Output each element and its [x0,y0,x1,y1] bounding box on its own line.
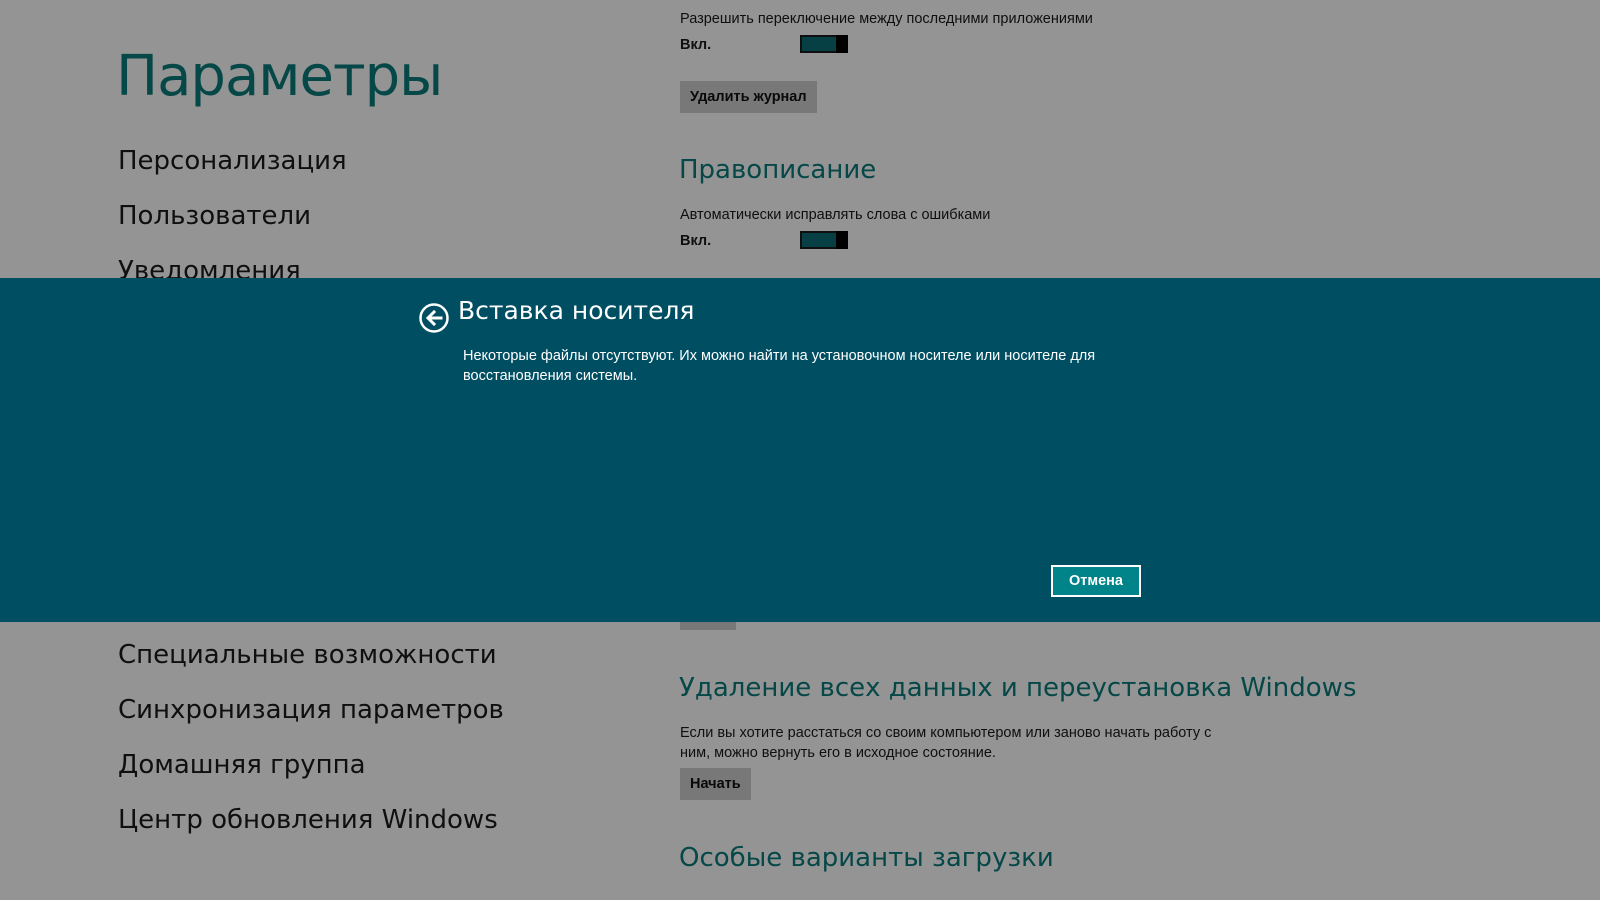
cancel-button[interactable]: Отмена [1051,565,1141,597]
dialog-title: Вставка носителя [458,296,695,325]
dialog-message: Некоторые файлы отсутствуют. Их можно на… [463,348,1096,384]
back-arrow-icon[interactable] [418,302,450,334]
insert-media-dialog: Вставка носителя Некоторые файлы отсутст… [0,278,1600,622]
